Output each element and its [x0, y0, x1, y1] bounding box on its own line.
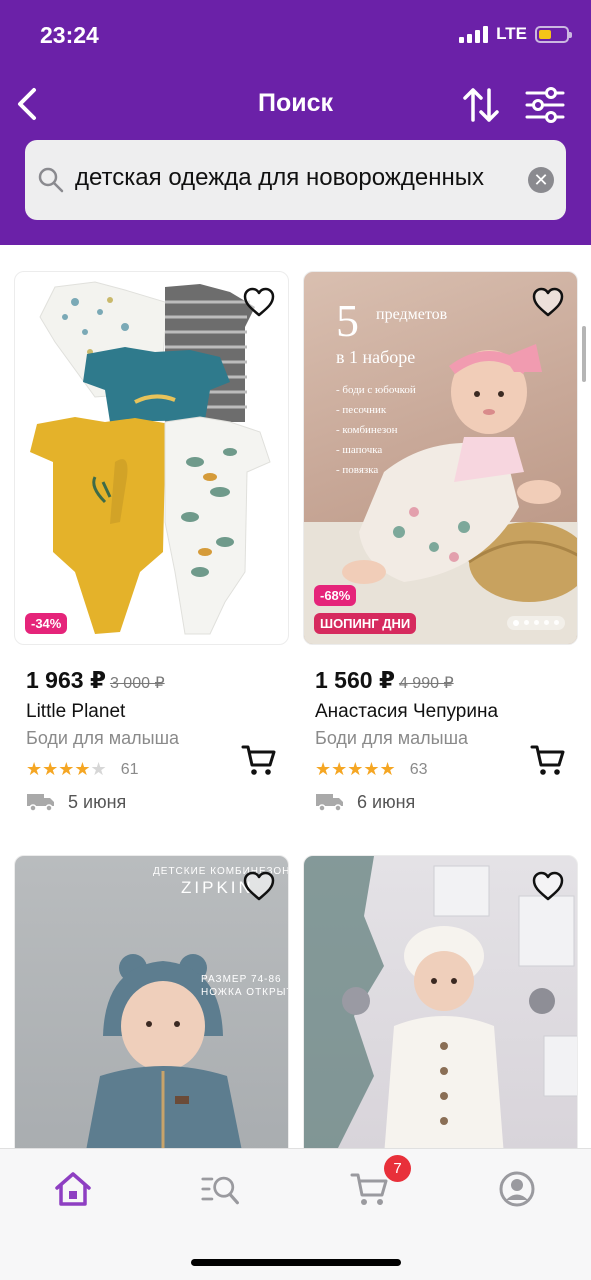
app-header: 23:24 LTE Поиск детская одежда для новор…: [0, 0, 591, 245]
nav-bar: Поиск: [0, 76, 591, 132]
add-to-cart-icon[interactable]: [530, 743, 566, 777]
seller-name[interactable]: Анастасия Чепурина: [315, 701, 498, 723]
cart-count-badge: 7: [384, 1155, 411, 1182]
add-to-cart-icon[interactable]: [241, 743, 277, 777]
price: 1 963 ₽: [26, 667, 106, 693]
image-caption: НОЖКА ОТКРЫТА: [201, 987, 288, 998]
delivery-info: 6 июня: [315, 791, 415, 813]
old-price: 4 990 ₽: [398, 675, 454, 692]
product-image[interactable]: -34%: [14, 271, 289, 645]
cart-icon[interactable]: [350, 1169, 390, 1209]
home-icon[interactable]: [53, 1169, 93, 1209]
sort-arrows-icon[interactable]: [460, 84, 502, 126]
profile-icon[interactable]: [497, 1169, 537, 1209]
rating: ★★★★★ 61: [26, 759, 138, 780]
stars-icon: ★★★★★: [26, 759, 107, 779]
heart-icon[interactable]: [242, 286, 276, 318]
product-category: Боди для малыша: [26, 728, 180, 748]
price-row: 1 963 ₽3 000 ₽: [26, 667, 165, 694]
bodysuits-image: [30, 281, 271, 635]
promo-overlay: 5 предметов в 1 наборе - боди с юбочкой …: [336, 295, 448, 476]
image-caption: РАЗМЕР 74-86: [201, 974, 282, 985]
old-price: 3 000 ₽: [109, 675, 165, 692]
promo-badge: ШОПИНГ ДНИ: [314, 613, 417, 634]
status-indicators: LTE: [459, 24, 572, 44]
battery-icon: [535, 25, 572, 43]
scrollbar[interactable]: [582, 326, 586, 382]
product-card[interactable]: -34% 1 963 ₽3 000 ₽ Little Planet Боди д…: [14, 271, 289, 831]
search-icon: [38, 167, 64, 193]
search-input[interactable]: [75, 164, 515, 192]
status-bar: 23:24 LTE: [0, 0, 591, 70]
image-pager: [218, 616, 276, 630]
price: 1 560 ₽: [315, 667, 395, 693]
discount-badge: -34%: [25, 613, 68, 634]
delivery-info: 5 июня: [26, 791, 126, 813]
catalog-search-icon[interactable]: [201, 1169, 241, 1209]
product-category: Боди для малыша: [315, 728, 469, 748]
delivery-date: 6 июня: [357, 791, 416, 812]
delivery-date: 5 июня: [68, 791, 127, 812]
review-count: 61: [120, 760, 139, 778]
product-image[interactable]: [303, 855, 578, 1155]
status-time: 23:24: [40, 22, 99, 48]
image-pager: [507, 616, 565, 630]
product-card[interactable]: ДЕТСКИЕ КОМБИНЕЗОНЫ ZIPKIN РАЗМЕР 74-86 …: [14, 855, 289, 1155]
truck-icon: [316, 794, 343, 812]
product-image[interactable]: 5 предметов в 1 наборе - боди с юбочкой …: [303, 271, 578, 645]
home-indicator: [191, 1259, 401, 1266]
review-count: 63: [409, 760, 428, 778]
discount-badge: -68%: [314, 585, 357, 606]
heart-icon[interactable]: [531, 286, 565, 318]
rating: ★★★★★ 63: [315, 759, 427, 780]
stars-icon: ★★★★★: [315, 759, 396, 779]
truck-icon: [27, 794, 54, 812]
signal-icon: [459, 25, 489, 43]
sliders-icon[interactable]: [524, 84, 566, 126]
product-card[interactable]: 5 предметов в 1 наборе - боди с юбочкой …: [303, 271, 578, 831]
close-icon[interactable]: ✕: [528, 167, 554, 193]
seller-name[interactable]: Little Planet: [26, 701, 125, 723]
search-bar[interactable]: ✕: [25, 140, 566, 220]
price-row: 1 560 ₽4 990 ₽: [315, 667, 454, 694]
page-title: Поиск: [257, 89, 334, 117]
product-card[interactable]: [303, 855, 578, 1155]
network-label: LTE: [496, 24, 527, 43]
product-image[interactable]: ДЕТСКИЕ КОМБИНЕЗОНЫ ZIPKIN РАЗМЕР 74-86 …: [14, 855, 289, 1155]
heart-icon[interactable]: [531, 870, 565, 902]
heart-icon[interactable]: [242, 870, 276, 902]
